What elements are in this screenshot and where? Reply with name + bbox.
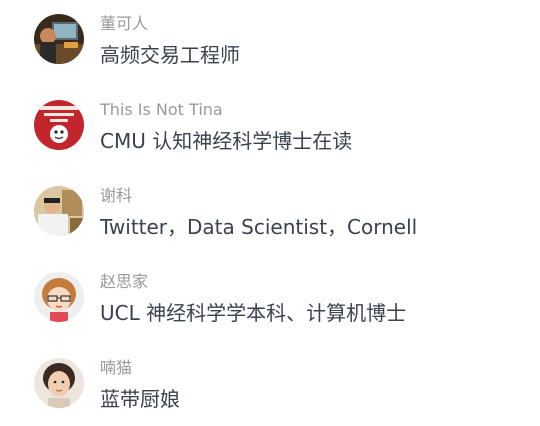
avatar[interactable]: [34, 14, 84, 64]
user-name[interactable]: 董可人: [100, 14, 148, 34]
user-name[interactable]: 谢科: [100, 186, 132, 206]
avatar[interactable]: [34, 100, 84, 150]
user-list: 董可人 高频交易工程师 This Is Not Tina CMU 认知神经科学博…: [0, 0, 540, 426]
user-description: CMU 认知神经科学博士在读: [100, 129, 353, 153]
user-name[interactable]: 赵思家: [100, 272, 148, 292]
avatar[interactable]: [34, 186, 84, 236]
user-list-item[interactable]: 董可人 高频交易工程师: [0, 14, 540, 84]
user-list-item[interactable]: This Is Not Tina CMU 认知神经科学博士在读: [0, 100, 540, 170]
user-description: 高频交易工程师: [100, 43, 240, 67]
user-description: UCL 神经科学学本科、计算机博士: [100, 301, 407, 325]
user-list-item[interactable]: 赵思家 UCL 神经科学学本科、计算机博士: [0, 272, 540, 342]
avatar[interactable]: [34, 272, 84, 322]
user-description: 蓝带厨娘: [100, 387, 180, 411]
user-description: Twitter，Data Scientist，Cornell: [100, 215, 418, 239]
user-name[interactable]: 喃猫: [100, 358, 132, 378]
avatar[interactable]: [34, 358, 84, 408]
user-name[interactable]: This Is Not Tina: [100, 100, 223, 120]
user-list-item[interactable]: 谢科 Twitter，Data Scientist，Cornell: [0, 186, 540, 256]
user-list-item[interactable]: 喃猫 蓝带厨娘: [0, 358, 540, 426]
